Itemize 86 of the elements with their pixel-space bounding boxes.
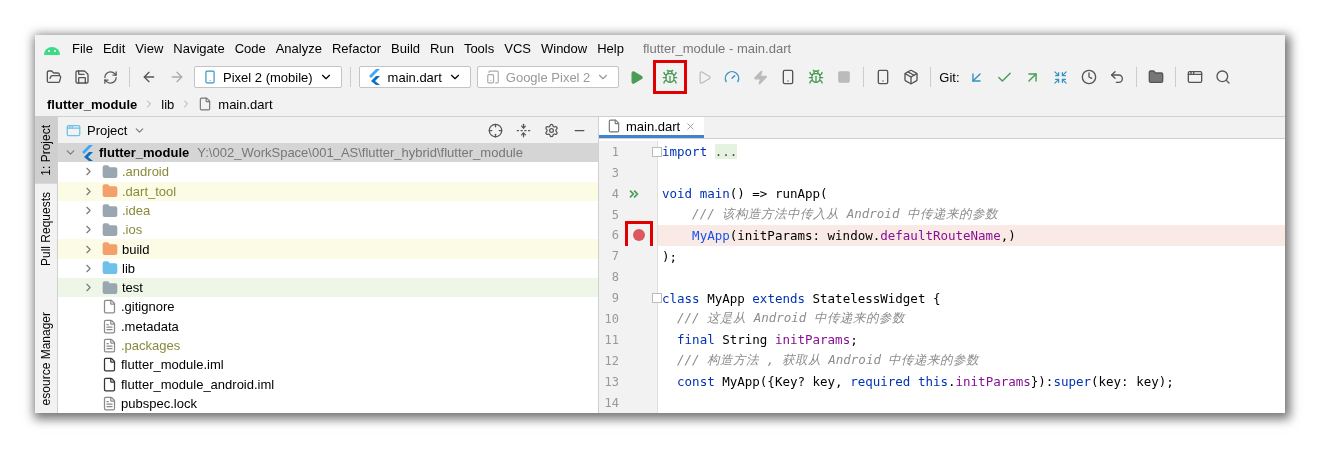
close-icon[interactable]: [685, 120, 697, 132]
menu-item[interactable]: Analyze: [270, 41, 327, 56]
code-line: );: [661, 248, 678, 264]
config-dropdown[interactable]: main.dart: [358, 66, 471, 88]
phone-icon: [203, 70, 217, 84]
tree-item[interactable]: test: [122, 280, 143, 296]
fold-icon[interactable]: [652, 293, 662, 304]
tree-item[interactable]: .packages: [121, 338, 181, 353]
menu-item[interactable]: Refactor: [326, 41, 387, 56]
file-icon: [198, 97, 213, 111]
file-icon: [102, 338, 117, 353]
folder-icon: [102, 163, 118, 180]
side-tab[interactable]: Pull Requests: [35, 183, 57, 274]
line-number: 3: [610, 165, 619, 180]
breadcrumb-item[interactable]: lib: [161, 96, 175, 112]
tree-item[interactable]: .gitignore: [121, 299, 175, 315]
line-number: 12: [603, 353, 619, 368]
line-number: 6: [610, 228, 619, 243]
file-icon: [102, 395, 117, 411]
line-number: 14: [603, 395, 619, 410]
editor-tab[interactable]: main.dart: [599, 117, 705, 139]
file-icon: [102, 299, 117, 315]
menu-item[interactable]: Tools: [458, 41, 500, 56]
tree-item[interactable]: pubspec.lock: [121, 395, 197, 411]
tree-item[interactable]: .idea: [122, 203, 151, 218]
tree-item[interactable]: .ios: [122, 222, 143, 238]
fold-icon[interactable]: [652, 146, 662, 157]
tree-item[interactable]: build: [122, 241, 150, 257]
line-number: 8: [610, 270, 619, 285]
tree-item[interactable]: flutter_module: [99, 145, 190, 161]
menu-item[interactable]: Build: [386, 41, 425, 56]
git-label: Git:: [939, 69, 960, 85]
menu-item[interactable]: Help: [592, 41, 629, 56]
code-line: final String initParams;: [676, 332, 858, 348]
folder-icon: [102, 183, 118, 200]
code-line: /// 这是从 Android 中传递来的参数: [676, 310, 905, 328]
tree-item[interactable]: flutter_module_android.iml: [121, 376, 275, 392]
tree-item[interactable]: flutter_module.iml: [121, 357, 224, 373]
folder-icon: [102, 241, 118, 258]
side-tab[interactable]: esource Manager: [35, 303, 57, 413]
flutter-icon: [81, 144, 95, 161]
menu-item[interactable]: Window: [535, 41, 593, 56]
file-icon: [102, 357, 117, 373]
menu-item[interactable]: Run: [425, 41, 459, 56]
breadcrumb-item[interactable]: main.dart: [218, 96, 273, 112]
line-number: 1: [610, 144, 619, 159]
flutter-icon: [367, 69, 382, 85]
line-number: 10: [603, 312, 619, 326]
code-line: void main() => runApp(: [661, 186, 828, 202]
tree-item[interactable]: lib: [122, 260, 135, 276]
menu-item[interactable]: Edit: [97, 41, 131, 56]
window-title: flutter_module - main.dart: [642, 41, 792, 56]
folder-icon: [102, 279, 118, 296]
code-line: const MyApp({Key? key, required this.initParams}):super(key: key);: [676, 374, 1174, 390]
line-number: 7: [610, 249, 619, 264]
code-line: MyApp(initParams: window.defaultRouteName,): [691, 227, 1016, 243]
line-number: 5: [610, 207, 619, 222]
folder-icon: [102, 221, 118, 238]
code-line: class MyApp extends StatelessWidget {: [661, 290, 941, 306]
side-tab[interactable]: 1: Project: [35, 117, 57, 184]
panel-icon: [66, 122, 81, 138]
menu-item[interactable]: VCS: [499, 41, 536, 56]
file-icon: [102, 318, 117, 334]
folder-icon: [102, 260, 118, 277]
tree-item[interactable]: .metadata: [121, 318, 179, 334]
module-path: Y:\002_WorkSpace\001_AS\flutter_hybrid\flutter_module: [197, 145, 523, 161]
line-number: 4: [610, 186, 619, 201]
menu-item[interactable]: Navigate: [168, 41, 230, 56]
file-icon: [607, 119, 621, 134]
file-icon: [102, 376, 117, 392]
tree-item[interactable]: .android: [122, 164, 169, 180]
code-line: import ...: [661, 144, 738, 160]
menu-item[interactable]: File: [67, 41, 98, 56]
breadcrumb-item[interactable]: flutter_module: [47, 96, 138, 112]
line-number: 13: [603, 374, 619, 389]
menu-item[interactable]: Code: [229, 41, 271, 56]
line-number: 11: [603, 332, 619, 347]
tree-item[interactable]: .dart_tool: [122, 183, 177, 199]
panel-title[interactable]: Project: [87, 122, 128, 138]
folder-icon: [102, 202, 118, 219]
menu-item[interactable]: View: [130, 41, 169, 56]
phone-icon: [485, 70, 500, 84]
device-dropdown[interactable]: Pixel 2 (mobile): [194, 66, 342, 88]
code-line: /// 构造方法 , 获取从 Android 中传递来的参数: [676, 352, 980, 370]
line-number: 9: [610, 291, 619, 306]
code-line: /// 该构造方法中传入从 Android 中传递来的参数: [691, 206, 998, 224]
